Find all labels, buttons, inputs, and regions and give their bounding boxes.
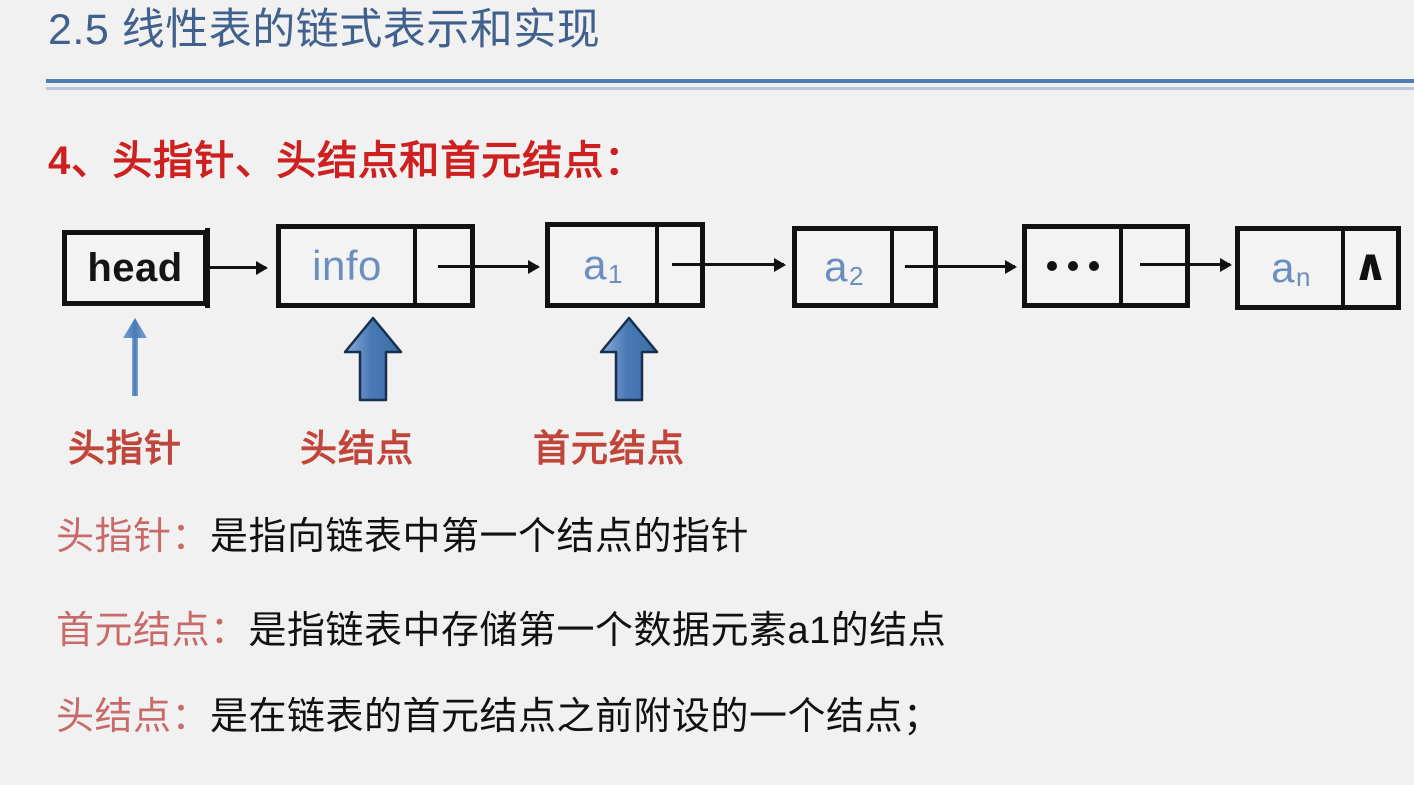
node-data-cell: an: [1240, 231, 1341, 305]
ellipsis-dots-icon: [1047, 261, 1099, 271]
definition-term: 头指针：: [56, 516, 211, 558]
definition-head-node: 头结点：是在链表的首元结点之前附设的一个结点；: [56, 698, 942, 736]
head-pointer-callout-arrow-icon: [123, 318, 147, 396]
link-info-to-a1: [478, 265, 538, 268]
node-data-subscript: n: [1295, 261, 1311, 292]
linked-list-diagram: head info a1 a2 a n ∧ 头指针 头结点 首元结点: [0, 0, 1414, 785]
callout-label-head-node: 头结点: [300, 418, 414, 472]
node-data-cell: info: [281, 229, 413, 303]
stub-ellipsis-pointer: [1140, 263, 1184, 266]
node-data-subscript: 2: [848, 260, 864, 291]
node-data-cell: a1: [550, 227, 655, 303]
callout-text: 头指针: [68, 428, 182, 469]
node-pointer-cell: [1119, 229, 1185, 303]
stub-a2-pointer: [905, 265, 941, 268]
callout-label-head-pointer: 头指针: [68, 418, 182, 472]
node-data-label: info: [312, 242, 382, 289]
slide-root: 2.5 线性表的链式表示和实现 4、头指针、头结点和首元结点： head inf…: [0, 0, 1414, 785]
head-pointer-label: head: [87, 245, 183, 290]
definition-head-pointer: 头指针：是指向链表中第一个结点的指针: [56, 518, 749, 556]
link-ellipsis-to-an: [1184, 263, 1230, 266]
first-node-callout-arrow-icon: [599, 316, 659, 402]
link-a2-to-ellipsis: [941, 265, 1015, 268]
head-node-callout-arrow-icon: [343, 316, 403, 402]
definition-term: 头结点：: [56, 696, 211, 738]
null-marker-icon: ∧: [1352, 241, 1389, 290]
stub-a1-pointer: [672, 263, 708, 266]
definition-body: 是在链表的首元结点之前附设的一个结点；: [210, 696, 942, 738]
node-data-label: a: [583, 241, 607, 288]
link-head-to-info: [208, 266, 266, 269]
node-data-cell: a2: [797, 231, 890, 303]
definition-body: 是指链表中存储第一个数据元素a: [248, 610, 810, 652]
page-title: 2.5 线性表的链式表示和实现: [48, 6, 601, 54]
node-ellipsis-node: [1022, 224, 1190, 308]
section-heading: 4、头指针、头结点和首元结点：: [48, 139, 646, 183]
node-data-label: a: [1271, 244, 1295, 291]
definition-tail: 的结点: [830, 610, 947, 652]
node-data-label: a: [824, 243, 848, 290]
callout-label-first-node: 首元结点: [533, 418, 685, 472]
definition-subscript: 1: [809, 610, 831, 652]
definition-first-node: 首元结点：是指链表中存储第一个数据元素a1的结点: [56, 612, 946, 650]
callout-text: 头结点: [300, 428, 414, 469]
definition-term: 首元结点：: [56, 610, 249, 652]
node-data-subscript: 1: [607, 258, 623, 289]
link-a1-to-a2: [708, 263, 784, 266]
callout-text: 首元结点: [533, 428, 685, 469]
title-rule-thick: [46, 79, 1414, 83]
head-pointer-box: head: [62, 230, 208, 306]
node-null-cell: ∧: [1341, 231, 1396, 305]
definition-body: 是指向链表中第一个结点的指针: [210, 516, 750, 558]
node-last-node: an ∧: [1235, 226, 1401, 310]
title-rule-thin: [46, 87, 1414, 90]
stub-info-pointer: [438, 265, 478, 268]
node-data-cell: [1027, 229, 1119, 303]
